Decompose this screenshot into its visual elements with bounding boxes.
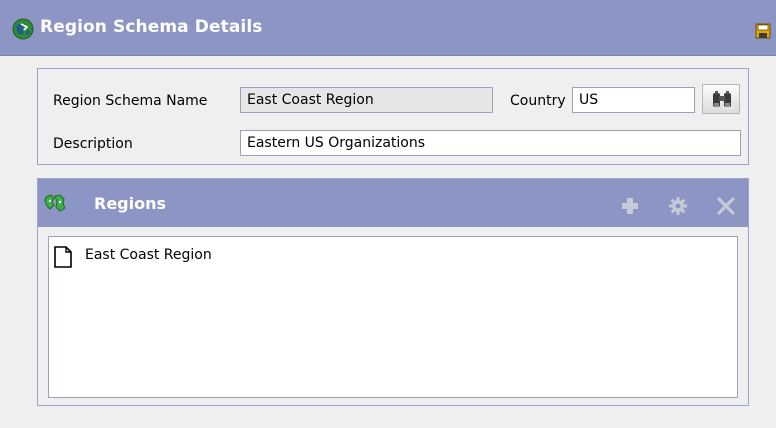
tree-item-label: East Coast Region [85,247,212,263]
globe-icon [12,18,34,40]
title-bar: Region Schema Details [0,0,776,56]
schema-name-label: Region Schema Name [53,93,208,109]
delete-icon[interactable] [716,196,736,216]
description-label: Description [53,136,133,152]
page-title: Region Schema Details [40,17,263,37]
details-panel: Region Schema Name East Coast Region Cou… [37,68,749,165]
regions-panel: Regions East Coast Region [37,178,749,406]
country-lookup-button[interactable] [702,84,740,114]
add-icon[interactable] [620,196,640,216]
schema-name-field: East Coast Region [240,87,493,113]
save-icon[interactable] [755,23,771,39]
description-field[interactable]: Eastern US Organizations [240,130,741,156]
regions-tree[interactable]: East Coast Region [48,236,738,398]
regions-icon [44,194,66,212]
regions-header: Regions [38,179,748,227]
document-icon [54,246,72,268]
gear-icon[interactable] [668,196,688,216]
country-label: Country [510,93,566,109]
regions-title: Regions [94,194,167,213]
country-field[interactable]: US [572,87,695,113]
binoculars-icon [713,91,731,107]
